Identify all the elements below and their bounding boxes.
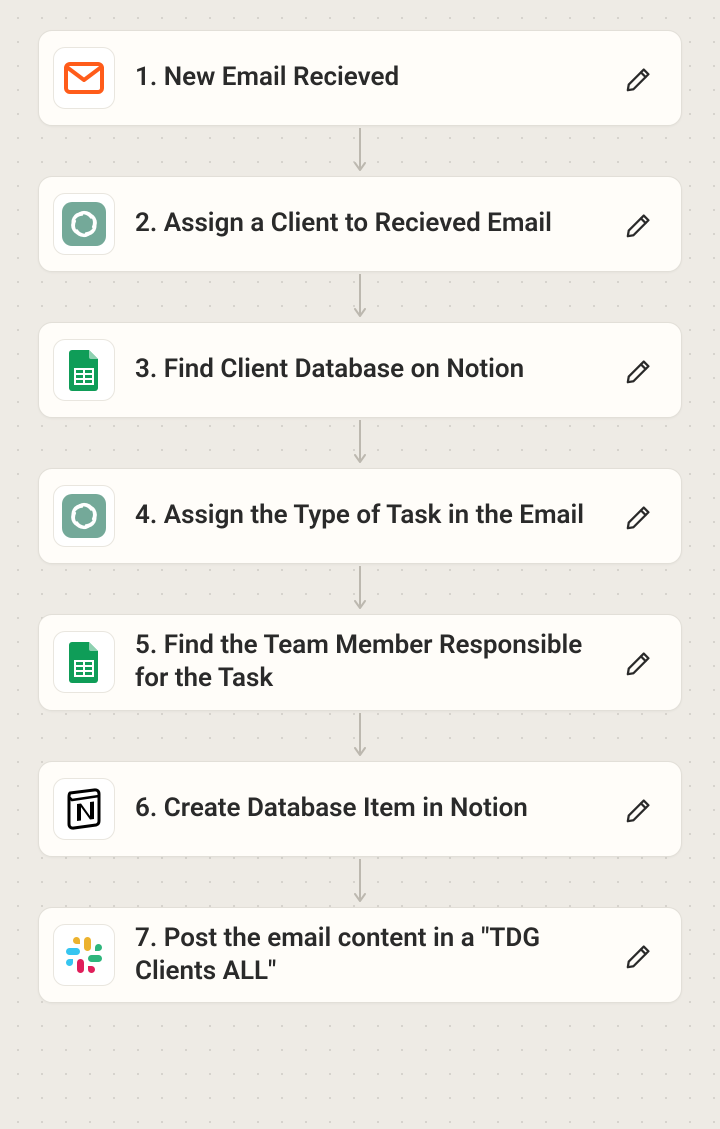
workflow-step-7[interactable]: 7. Post the email content in a "TDG Clie… bbox=[38, 907, 682, 1004]
sheets-icon bbox=[53, 631, 115, 693]
openai-icon bbox=[53, 485, 115, 547]
email-icon bbox=[53, 47, 115, 109]
workflow-step-3[interactable]: 3. Find Client Database on Notion bbox=[38, 322, 682, 418]
connector-arrow bbox=[351, 711, 369, 761]
step-title: 1. New Email Recieved bbox=[135, 61, 599, 94]
step-title: 5. Find the Team Member Responsible for … bbox=[135, 629, 599, 696]
edit-button[interactable] bbox=[619, 57, 661, 99]
workflow-step-2[interactable]: 2. Assign a Client to Recieved Email bbox=[38, 176, 682, 272]
step-title: 6. Create Database Item in Notion bbox=[135, 792, 599, 825]
workflow-step-5[interactable]: 5. Find the Team Member Responsible for … bbox=[38, 614, 682, 711]
connector-arrow bbox=[351, 418, 369, 468]
notion-icon bbox=[53, 778, 115, 840]
edit-button[interactable] bbox=[619, 495, 661, 537]
step-title: 2. Assign a Client to Recieved Email bbox=[135, 207, 599, 240]
edit-button[interactable] bbox=[619, 788, 661, 830]
sheets-icon bbox=[53, 339, 115, 401]
step-title: 3. Find Client Database on Notion bbox=[135, 353, 599, 386]
openai-icon bbox=[53, 193, 115, 255]
edit-button[interactable] bbox=[619, 934, 661, 976]
workflow-step-6[interactable]: 6. Create Database Item in Notion bbox=[38, 761, 682, 857]
step-title: 4. Assign the Type of Task in the Email bbox=[135, 499, 599, 532]
workflow-step-1[interactable]: 1. New Email Recieved bbox=[38, 30, 682, 126]
connector-arrow bbox=[351, 126, 369, 176]
edit-button[interactable] bbox=[619, 349, 661, 391]
workflow-step-4[interactable]: 4. Assign the Type of Task in the Email bbox=[38, 468, 682, 564]
connector-arrow bbox=[351, 857, 369, 907]
connector-arrow bbox=[351, 564, 369, 614]
step-title: 7. Post the email content in a "TDG Clie… bbox=[135, 922, 599, 989]
edit-button[interactable] bbox=[619, 203, 661, 245]
connector-arrow bbox=[351, 272, 369, 322]
slack-icon bbox=[53, 924, 115, 986]
edit-button[interactable] bbox=[619, 641, 661, 683]
